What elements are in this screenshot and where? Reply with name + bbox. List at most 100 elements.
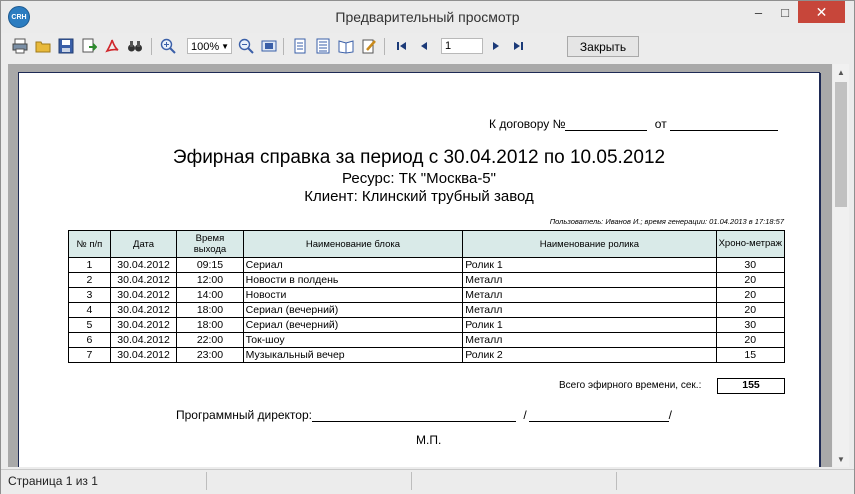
table-row: 3 30.04.2012 14:00 Новости Металл 20	[68, 287, 786, 303]
page-status: Страница 1 из 1	[8, 474, 98, 488]
director-label: Программный директор:	[176, 408, 312, 422]
director-signature-blank	[311, 409, 516, 422]
cell-number: 4	[68, 302, 111, 318]
scroll-down-icon[interactable]: ▼	[833, 451, 849, 467]
cell-duration: 15	[715, 347, 786, 363]
broadcast-table: № п/п Дата Время выхода Наименование бло…	[68, 230, 786, 363]
book-view-icon[interactable]	[337, 37, 355, 55]
cell-clip: Ролик 1	[462, 317, 717, 333]
status-separator	[411, 472, 412, 490]
pdf-icon[interactable]	[103, 37, 121, 55]
zoom-value: 100%	[191, 41, 220, 53]
cell-time: 14:00	[176, 287, 244, 303]
save-icon[interactable]	[57, 37, 75, 55]
cell-number: 7	[68, 347, 111, 363]
cell-number: 2	[68, 272, 111, 288]
toolbar: 100% ▼ 1 Закрыть	[8, 35, 848, 59]
cell-number: 6	[68, 332, 111, 348]
zoom-in-icon[interactable]	[159, 37, 177, 55]
minimize-button[interactable]: –	[745, 1, 772, 23]
find-binoculars-icon[interactable]	[126, 37, 144, 55]
total-value: 155	[717, 378, 785, 394]
cell-block: Музыкальный вечер	[242, 347, 464, 363]
multi-page-icon[interactable]	[314, 37, 332, 55]
table-row: 5 30.04.2012 18:00 Сериал (вечерний) Рол…	[68, 317, 786, 333]
status-separator	[206, 472, 207, 490]
total-label: Всего эфирного времени, сек.:	[559, 380, 702, 391]
col-date-header: Дата	[109, 230, 178, 258]
page-number-input[interactable]: 1	[441, 38, 483, 54]
contract-from-label: от	[654, 117, 667, 131]
zoom-out-icon[interactable]	[237, 37, 255, 55]
slash-2: /	[668, 408, 672, 422]
export-icon[interactable]	[80, 37, 98, 55]
table-row: 2 30.04.2012 12:00 Новости в полдень Мет…	[68, 272, 786, 288]
cell-date: 30.04.2012	[109, 257, 178, 273]
col-duration-header: Хроно-метраж	[715, 230, 786, 258]
report-resource: Ресурс: ТК "Москва-5"	[342, 170, 496, 187]
cell-number: 3	[68, 287, 111, 303]
cell-block: Сериал (вечерний)	[242, 302, 464, 318]
table-header-row: № п/п Дата Время выхода Наименование бло…	[68, 230, 786, 258]
cell-block: Ток-шоу	[242, 332, 464, 348]
open-folder-icon[interactable]	[34, 37, 52, 55]
cell-clip: Металл	[462, 332, 717, 348]
table-row: 7 30.04.2012 23:00 Музыкальный вечер Рол…	[68, 347, 786, 363]
col-clip-header: Наименование ролика	[462, 230, 717, 258]
cell-date: 30.04.2012	[109, 302, 178, 318]
scroll-up-icon[interactable]: ▲	[833, 64, 849, 80]
fit-page-icon[interactable]	[260, 37, 278, 55]
print-icon[interactable]	[11, 37, 29, 55]
cell-number: 5	[68, 317, 111, 333]
contract-number-blank	[565, 118, 648, 131]
preview-window: CRH Предварительный просмотр – □ ✕ 100%	[0, 0, 855, 494]
status-separator	[616, 472, 617, 490]
cell-date: 30.04.2012	[109, 317, 178, 333]
col-number-header: № п/п	[68, 230, 111, 258]
prev-page-icon[interactable]	[415, 37, 433, 55]
cell-duration: 20	[715, 302, 786, 318]
cell-number: 1	[68, 257, 111, 273]
cell-time: 18:00	[176, 317, 244, 333]
cell-time: 23:00	[176, 347, 244, 363]
toolbar-separator	[384, 38, 385, 55]
close-button[interactable]: Закрыть	[567, 36, 639, 57]
single-page-icon[interactable]	[291, 37, 309, 55]
vertical-scrollbar[interactable]: ▲ ▼	[833, 64, 849, 467]
title-bar[interactable]: CRH Предварительный просмотр – □ ✕	[1, 1, 854, 33]
table-row: 6 30.04.2012 22:00 Ток-шоу Металл 20	[68, 332, 786, 348]
cell-date: 30.04.2012	[109, 287, 178, 303]
cell-duration: 30	[715, 317, 786, 333]
cell-block: Новости	[242, 287, 464, 303]
cell-time: 22:00	[176, 332, 244, 348]
slash-1: /	[523, 408, 527, 422]
zoom-select[interactable]: 100% ▼	[187, 38, 232, 54]
cell-block: Сериал	[242, 257, 464, 273]
maximize-button[interactable]: □	[772, 1, 798, 23]
table-row: 4 30.04.2012 18:00 Сериал (вечерний) Мет…	[68, 302, 786, 318]
director-line: Программный директор: / /	[176, 408, 672, 422]
cell-time: 09:15	[176, 257, 244, 273]
cell-duration: 20	[715, 272, 786, 288]
chevron-down-icon: ▼	[221, 42, 229, 51]
first-page-icon[interactable]	[393, 37, 411, 55]
contract-line: К договору № от	[489, 117, 779, 131]
cell-date: 30.04.2012	[109, 272, 178, 288]
cell-clip: Металл	[462, 302, 717, 318]
edit-page-icon[interactable]	[360, 37, 378, 55]
col-block-header: Наименование блока	[242, 230, 464, 258]
cell-time: 12:00	[176, 272, 244, 288]
close-window-button[interactable]: ✕	[798, 1, 845, 23]
cell-block: Сериал (вечерний)	[242, 317, 464, 333]
cell-clip: Ролик 2	[462, 347, 717, 363]
last-page-icon[interactable]	[509, 37, 527, 55]
contract-label: К договору №	[489, 117, 566, 131]
preview-area[interactable]: К договору № от Эфирная справка за перио…	[8, 64, 832, 467]
cell-block: Новости в полдень	[242, 272, 464, 288]
next-page-icon[interactable]	[487, 37, 505, 55]
toolbar-separator	[151, 38, 152, 55]
toolbar-separator	[283, 38, 284, 55]
cell-duration: 30	[715, 257, 786, 273]
cell-clip: Металл	[462, 272, 717, 288]
scroll-thumb[interactable]	[835, 82, 847, 207]
